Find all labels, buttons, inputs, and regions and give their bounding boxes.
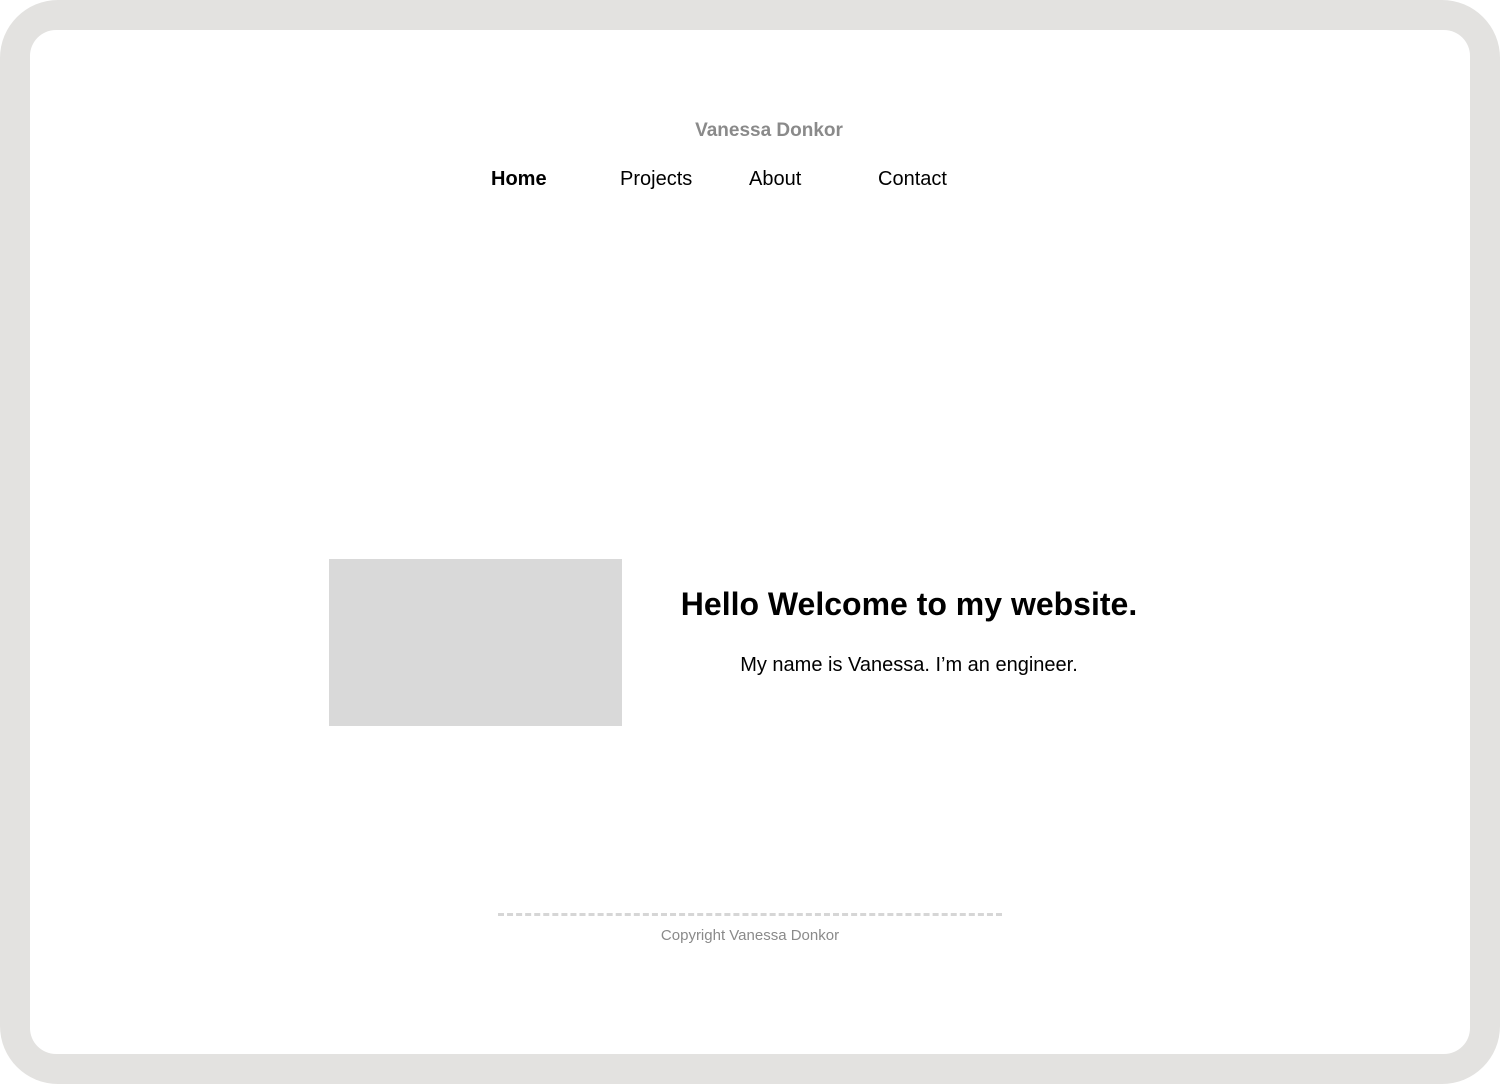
footer-divider xyxy=(498,913,1002,916)
site-name: Vanessa Donkor xyxy=(695,120,843,141)
hero-subtitle: My name is Vanessa. I’m an engineer. xyxy=(740,654,1078,676)
nav-link-home[interactable]: Home xyxy=(491,167,547,191)
copyright-text: Copyright Vanessa Donkor xyxy=(660,927,840,944)
browser-screen: Vanessa Donkor Home Projects About Conta… xyxy=(30,30,1470,1054)
hero-image-placeholder xyxy=(329,559,622,726)
hero-title: Hello Welcome to my website. xyxy=(680,586,1138,622)
nav-link-contact[interactable]: Contact xyxy=(878,167,947,191)
nav-link-about[interactable]: About xyxy=(749,167,801,191)
device-frame: Vanessa Donkor Home Projects About Conta… xyxy=(0,0,1500,1084)
nav-link-projects[interactable]: Projects xyxy=(620,167,692,191)
